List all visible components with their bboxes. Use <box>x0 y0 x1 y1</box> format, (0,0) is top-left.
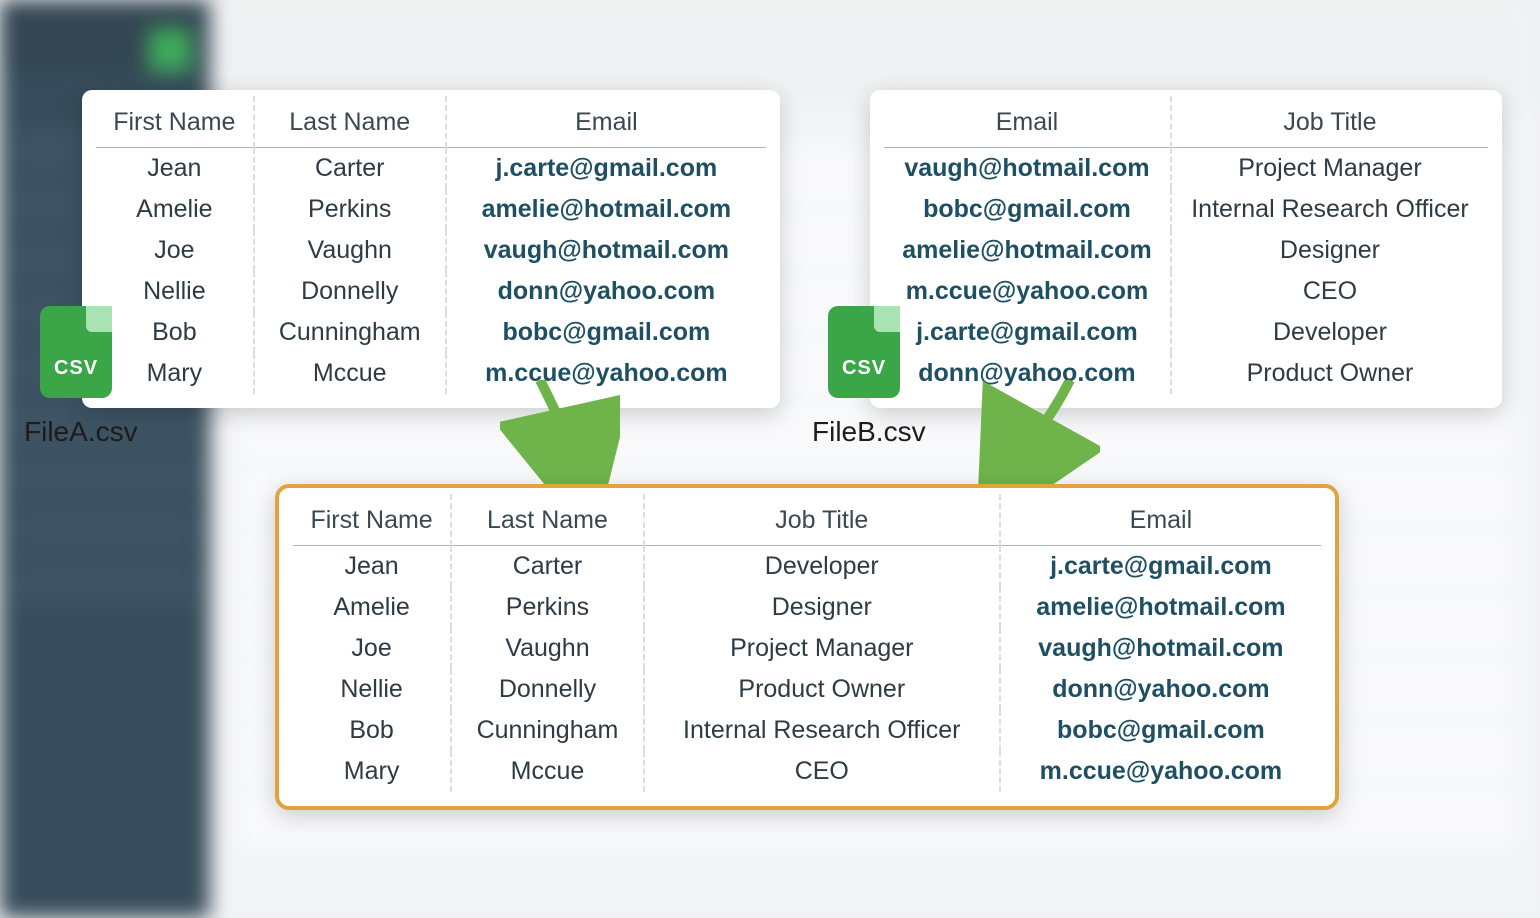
cell-email: donn@yahoo.com <box>1000 669 1321 710</box>
table-row: AmeliePerkinsamelie@hotmail.com <box>96 189 766 230</box>
cell-first: Mary <box>96 353 254 394</box>
cell-job: Designer <box>1171 230 1488 271</box>
cell-first: Mary <box>293 751 451 792</box>
col-job-title: Job Title <box>644 494 1000 546</box>
col-first-name: First Name <box>96 96 254 148</box>
cell-last: Cunningham <box>254 312 446 353</box>
col-email: Email <box>446 96 766 148</box>
table-row: MaryMccuem.ccue@yahoo.com <box>96 353 766 394</box>
col-first-name: First Name <box>293 494 451 546</box>
csv-file-icon: CSV <box>828 306 900 398</box>
table-row: amelie@hotmail.comDesigner <box>884 230 1488 271</box>
cell-email: vaugh@hotmail.com <box>884 148 1171 190</box>
cell-job: Project Manager <box>1171 148 1488 190</box>
cell-last: Donnelly <box>451 669 644 710</box>
cell-email: amelie@hotmail.com <box>884 230 1171 271</box>
col-last-name: Last Name <box>451 494 644 546</box>
cell-last: Mccue <box>451 751 644 792</box>
cell-email: amelie@hotmail.com <box>446 189 766 230</box>
table-row: JeanCarterDeveloperj.carte@gmail.com <box>293 546 1321 588</box>
cell-first: Nellie <box>96 271 254 312</box>
cell-email: j.carte@gmail.com <box>446 148 766 190</box>
table-row: j.carte@gmail.comDeveloper <box>884 312 1488 353</box>
cell-job: Internal Research Officer <box>644 710 1000 751</box>
cell-email: vaugh@hotmail.com <box>446 230 766 271</box>
cell-email: donn@yahoo.com <box>446 271 766 312</box>
cell-last: Carter <box>451 546 644 588</box>
cell-email: bobc@gmail.com <box>884 189 1171 230</box>
table-row: NellieDonnellyProduct Ownerdonn@yahoo.co… <box>293 669 1321 710</box>
cell-email: j.carte@gmail.com <box>1000 546 1321 588</box>
cell-first: Nellie <box>293 669 451 710</box>
table-a: First Name Last Name Email JeanCarterj.c… <box>96 96 766 394</box>
table-merged: First Name Last Name Job Title Email Jea… <box>293 494 1321 792</box>
cell-first: Amelie <box>96 189 254 230</box>
cell-last: Carter <box>254 148 446 190</box>
table-row: JoeVaughnvaugh@hotmail.com <box>96 230 766 271</box>
cell-job: Developer <box>644 546 1000 588</box>
cell-first: Jean <box>96 148 254 190</box>
table-row: JeanCarterj.carte@gmail.com <box>96 148 766 190</box>
table-card-merged: First Name Last Name Job Title Email Jea… <box>275 484 1339 810</box>
cell-email: m.ccue@yahoo.com <box>884 271 1171 312</box>
col-last-name: Last Name <box>254 96 446 148</box>
cell-job: Designer <box>644 587 1000 628</box>
table-row: MaryMccueCEOm.ccue@yahoo.com <box>293 751 1321 792</box>
table-row: BobCunninghambobc@gmail.com <box>96 312 766 353</box>
table-row: m.ccue@yahoo.comCEO <box>884 271 1488 312</box>
merge-arrow-left <box>500 380 620 500</box>
cell-last: Vaughn <box>451 628 644 669</box>
table-card-file-b: Email Job Title vaugh@hotmail.comProject… <box>870 90 1502 408</box>
cell-job: Developer <box>1171 312 1488 353</box>
cell-last: Vaughn <box>254 230 446 271</box>
cell-first: Jean <box>293 546 451 588</box>
cell-job: CEO <box>1171 271 1488 312</box>
col-job-title: Job Title <box>1171 96 1488 148</box>
cell-job: Project Manager <box>644 628 1000 669</box>
cell-first: Bob <box>96 312 254 353</box>
cell-job: Internal Research Officer <box>1171 189 1488 230</box>
table-row: BobCunninghamInternal Research Officerbo… <box>293 710 1321 751</box>
table-row: AmeliePerkinsDesigneramelie@hotmail.com <box>293 587 1321 628</box>
cell-email: j.carte@gmail.com <box>884 312 1171 353</box>
cell-email: amelie@hotmail.com <box>1000 587 1321 628</box>
cell-job: Product Owner <box>1171 353 1488 394</box>
cell-email: m.ccue@yahoo.com <box>1000 751 1321 792</box>
cell-first: Joe <box>293 628 451 669</box>
cell-last: Perkins <box>254 189 446 230</box>
cell-last: Mccue <box>254 353 446 394</box>
cell-job: CEO <box>644 751 1000 792</box>
cell-last: Perkins <box>451 587 644 628</box>
table-b: Email Job Title vaugh@hotmail.comProject… <box>884 96 1488 394</box>
cell-last: Donnelly <box>254 271 446 312</box>
cell-job: Product Owner <box>644 669 1000 710</box>
cell-first: Joe <box>96 230 254 271</box>
table-row: bobc@gmail.comInternal Research Officer <box>884 189 1488 230</box>
table-row: JoeVaughnProject Managervaugh@hotmail.co… <box>293 628 1321 669</box>
merge-arrow-right <box>960 380 1100 500</box>
cell-last: Cunningham <box>451 710 644 751</box>
col-email: Email <box>884 96 1171 148</box>
cell-email: bobc@gmail.com <box>1000 710 1321 751</box>
cell-first: Amelie <box>293 587 451 628</box>
table-row: NellieDonnellydonn@yahoo.com <box>96 271 766 312</box>
file-b-label: FileB.csv <box>812 416 926 448</box>
table-row: vaugh@hotmail.comProject Manager <box>884 148 1488 190</box>
col-email: Email <box>1000 494 1321 546</box>
file-a-label: FileA.csv <box>24 416 138 448</box>
table-card-file-a: First Name Last Name Email JeanCarterj.c… <box>82 90 780 408</box>
csv-file-icon: CSV <box>40 306 112 398</box>
cell-email: vaugh@hotmail.com <box>1000 628 1321 669</box>
cell-first: Bob <box>293 710 451 751</box>
cell-email: bobc@gmail.com <box>446 312 766 353</box>
